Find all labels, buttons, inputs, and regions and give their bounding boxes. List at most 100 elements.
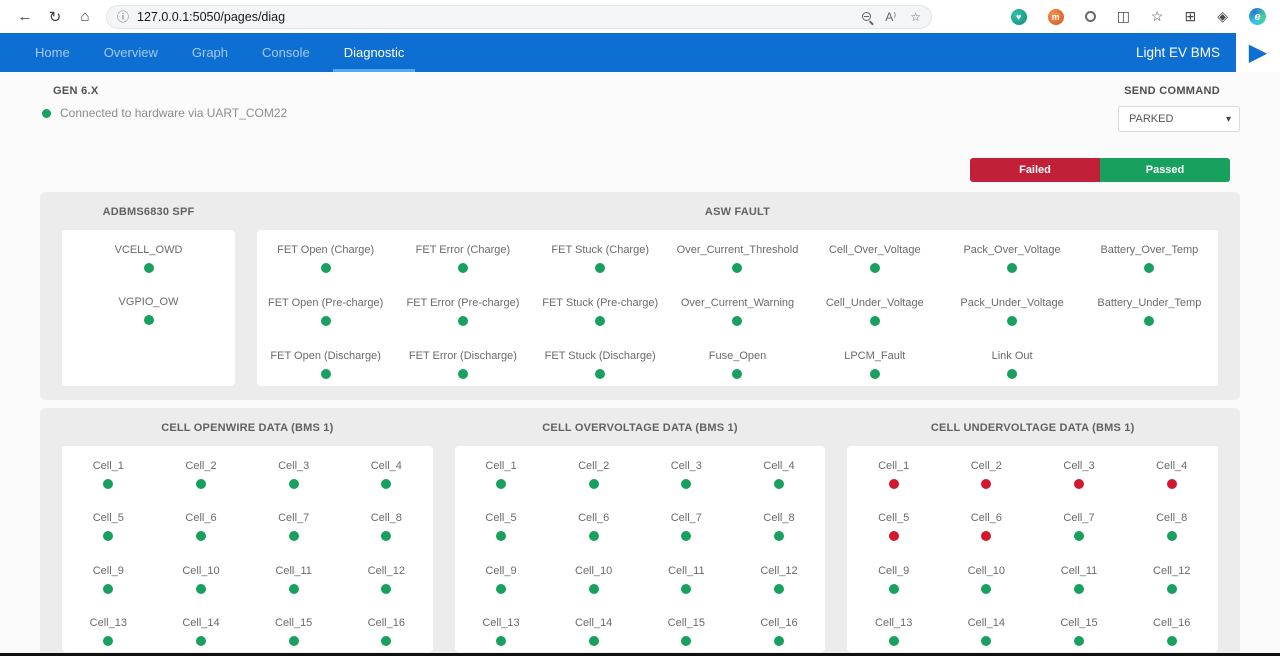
status-item: Cell_13 bbox=[62, 611, 155, 652]
status-item: Cell_15 bbox=[640, 611, 733, 652]
status-item: Cell_9 bbox=[455, 559, 548, 600]
status-item-label: Link Out bbox=[992, 350, 1033, 362]
status-item: Cell_1 bbox=[455, 454, 548, 495]
status-item-label: Fuse_Open bbox=[709, 350, 766, 362]
status-item-label: Battery_Over_Temp bbox=[1100, 244, 1198, 256]
status-item: Cell_13 bbox=[455, 611, 548, 652]
status-dot-passed bbox=[870, 316, 880, 326]
status-item-label: Cell_14 bbox=[182, 617, 219, 629]
status-item: Cell_11 bbox=[1033, 559, 1126, 600]
send-command-label: SEND COMMAND bbox=[1124, 85, 1220, 97]
status-item: FET Open (Charge) bbox=[257, 238, 394, 280]
status-dot-failed bbox=[981, 479, 991, 489]
split-screen-icon[interactable]: ◫ bbox=[1117, 8, 1130, 25]
tab-diagnostic[interactable]: Diagnostic bbox=[333, 33, 416, 72]
page-info-icon[interactable]: ⓘ bbox=[117, 8, 129, 25]
command-select[interactable]: PARKED ▾ bbox=[1118, 106, 1240, 132]
tab-graph[interactable]: Graph bbox=[181, 33, 239, 72]
status-dot-passed bbox=[1007, 369, 1017, 379]
status-item: FET Stuck (Charge) bbox=[532, 238, 669, 280]
spf-card: VCELL_OWDVGPIO_OW bbox=[62, 230, 235, 386]
status-item: Cell_12 bbox=[1125, 559, 1218, 600]
status-dot-passed bbox=[589, 636, 599, 646]
status-item-label: Over_Current_Threshold bbox=[677, 244, 799, 256]
status-item-label: Cell_2 bbox=[578, 460, 609, 472]
app-navbar: Home Overview Graph Console Diagnostic L… bbox=[0, 33, 1280, 72]
status-dot-passed bbox=[774, 531, 784, 541]
status-dot-passed bbox=[589, 531, 599, 541]
status-item-label: Cell_5 bbox=[878, 512, 909, 524]
topbar: GEN 6.X Connected to hardware via UART_C… bbox=[40, 85, 1240, 132]
browser-essentials-icon[interactable]: ♥ bbox=[1011, 9, 1027, 25]
cell-panels-group: CELL OPENWIRE DATA (BMS 1) Cell_1Cell_2C… bbox=[40, 408, 1240, 656]
screen: ← ↻ ⌂ ⓘ 127.0.0.1:5050/pages/diag A⁾ ☆ ♥… bbox=[0, 0, 1280, 656]
spf-panel: ADBMS6830 SPF VCELL_OWDVGPIO_OW bbox=[62, 204, 235, 386]
status-dot-passed bbox=[496, 479, 506, 489]
cell-undervoltage-panel: CELL UNDERVOLTAGE DATA (BMS 1) Cell_1Cel… bbox=[847, 420, 1218, 652]
status-item: Cell_6 bbox=[155, 506, 248, 547]
status-item-label: Cell_1 bbox=[93, 460, 124, 472]
status-item-label: Cell_12 bbox=[1153, 565, 1190, 577]
generation-label: GEN 6.X bbox=[53, 85, 287, 97]
status-dot-passed bbox=[732, 263, 742, 273]
status-item: Cell_2 bbox=[547, 454, 640, 495]
zoom-icon[interactable] bbox=[862, 12, 871, 21]
extension-icon[interactable]: m bbox=[1048, 9, 1064, 25]
address-bar[interactable]: ⓘ 127.0.0.1:5050/pages/diag A⁾ ☆ bbox=[106, 5, 932, 29]
edge-logo-icon[interactable]: e bbox=[1249, 8, 1266, 25]
status-item-label: Cell_3 bbox=[278, 460, 309, 472]
status-item: Battery_Over_Temp bbox=[1081, 238, 1218, 280]
legend-failed-button[interactable]: Failed bbox=[970, 158, 1100, 182]
status-item: Cell_3 bbox=[1033, 454, 1126, 495]
status-item-label: VCELL_OWD bbox=[115, 244, 183, 256]
status-dot-passed bbox=[144, 263, 154, 273]
status-item-label: Cell_12 bbox=[368, 565, 405, 577]
status-dot-passed bbox=[103, 479, 113, 489]
status-item: Cell_Under_Voltage bbox=[806, 291, 943, 333]
status-item: Cell_Over_Voltage bbox=[806, 238, 943, 280]
spf-panel-title: ADBMS6830 SPF bbox=[62, 206, 235, 218]
status-dot-passed bbox=[595, 369, 605, 379]
status-dot-passed bbox=[144, 315, 154, 325]
status-item-label: Cell_15 bbox=[1060, 617, 1097, 629]
status-dot-passed bbox=[196, 584, 206, 594]
status-item-label: Cell_Over_Voltage bbox=[829, 244, 921, 256]
favorite-star-icon[interactable]: ☆ bbox=[910, 10, 921, 24]
status-item: Cell_2 bbox=[940, 454, 1033, 495]
status-item-label: Cell_6 bbox=[971, 512, 1002, 524]
status-item-label: Cell_7 bbox=[671, 512, 702, 524]
status-item: Cell_8 bbox=[1125, 506, 1218, 547]
status-item: Cell_16 bbox=[1125, 611, 1218, 652]
status-item-label: Cell_3 bbox=[1063, 460, 1094, 472]
favorites-icon[interactable]: ☆ bbox=[1151, 8, 1164, 25]
status-dot-passed bbox=[196, 479, 206, 489]
status-item: Cell_13 bbox=[847, 611, 940, 652]
refresh-icon[interactable]: ↻ bbox=[40, 8, 70, 26]
home-icon[interactable]: ⌂ bbox=[70, 8, 100, 25]
workspaces-icon[interactable]: ◈ bbox=[1217, 8, 1228, 25]
status-item-label: Cell_5 bbox=[485, 512, 516, 524]
collections-icon[interactable]: ⊞ bbox=[1184, 8, 1196, 25]
status-item-label: Cell_1 bbox=[485, 460, 516, 472]
status-item: Cell_1 bbox=[62, 454, 155, 495]
back-icon[interactable]: ← bbox=[10, 8, 40, 25]
tab-console[interactable]: Console bbox=[251, 33, 321, 72]
tab-home[interactable]: Home bbox=[24, 33, 81, 72]
tab-overview[interactable]: Overview bbox=[93, 33, 169, 72]
url-text[interactable]: 127.0.0.1:5050/pages/diag bbox=[137, 10, 848, 24]
status-item: Cell_15 bbox=[1033, 611, 1126, 652]
status-dot-passed bbox=[981, 584, 991, 594]
status-dot-passed bbox=[889, 636, 899, 646]
status-item-label: Cell_10 bbox=[968, 565, 1005, 577]
status-item-label: Cell_4 bbox=[1156, 460, 1187, 472]
status-item-label: Cell_14 bbox=[575, 617, 612, 629]
cell-openwire-card: Cell_1Cell_2Cell_3Cell_4Cell_5Cell_6Cell… bbox=[62, 446, 433, 652]
status-item-label: Cell_16 bbox=[760, 617, 797, 629]
cell-overvoltage-panel: CELL OVERVOLTAGE DATA (BMS 1) Cell_1Cell… bbox=[455, 420, 826, 652]
status-item: Cell_6 bbox=[547, 506, 640, 547]
status-dot-passed bbox=[289, 531, 299, 541]
tracker-shield-icon[interactable] bbox=[1085, 11, 1096, 22]
browser-chrome: ← ↻ ⌂ ⓘ 127.0.0.1:5050/pages/diag A⁾ ☆ ♥… bbox=[0, 0, 1280, 33]
read-aloud-icon[interactable]: A⁾ bbox=[885, 10, 896, 24]
legend-passed-button[interactable]: Passed bbox=[1100, 158, 1230, 182]
